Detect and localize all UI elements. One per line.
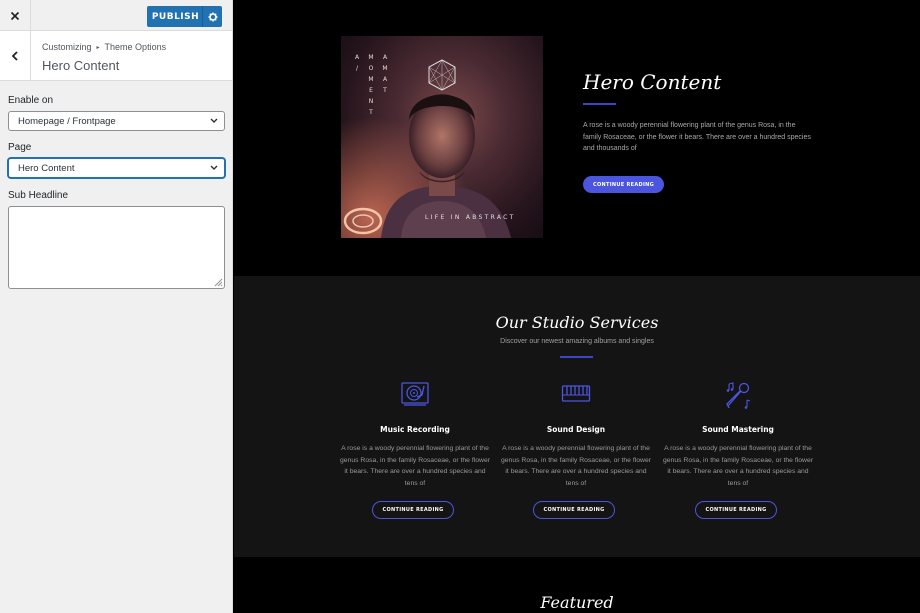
service-continue-reading-button[interactable]: CONTINUE READING (372, 501, 454, 519)
chevron-left-icon (11, 50, 18, 61)
breadcrumb: Customizing ▸ Theme Options (42, 42, 166, 52)
services-subtitle: Discover our newest amazing albums and s… (500, 338, 654, 345)
page-value: Hero Content (18, 162, 75, 174)
publish-settings-button[interactable] (202, 6, 222, 27)
publish-button[interactable]: PUBLISH (147, 6, 222, 27)
album-bottom-text: LIFE IN ABSTRACT (425, 214, 516, 221)
service-title: Music Recording (380, 425, 450, 434)
hero-title: Hero Content (583, 70, 722, 94)
hero-divider (583, 103, 616, 105)
breadcrumb-separator-icon: ▸ (96, 44, 100, 51)
chevron-down-icon (210, 165, 218, 170)
service-text: A rose is a woody perennial flowering pl… (501, 445, 651, 488)
album-vertical-text-left: A / (354, 54, 360, 72)
section-header: Customizing ▸ Theme Options Hero Content (0, 31, 232, 81)
service-text: A rose is a woody perennial flowering pl… (663, 445, 813, 488)
hero-continue-reading-button[interactable]: CONTINUE READING (583, 176, 664, 193)
breadcrumb-section: Theme Options (104, 42, 167, 52)
enable-on-label: Enable on (8, 95, 54, 106)
customizer-header: PUBLISH (0, 0, 232, 31)
enable-on-select[interactable]: Homepage / Frontpage (8, 111, 225, 131)
album-vertical-text-right: AMAT (382, 54, 388, 94)
hero-section: A / MOMENT AMAT LIFE IN ABSTRACT Hero Con… (234, 0, 920, 276)
studio-services-section: Our Studio Services Discover our newest … (234, 276, 920, 557)
featured-section: Featured (234, 557, 920, 613)
services-divider (560, 356, 593, 358)
page-select[interactable]: Hero Content (8, 158, 225, 178)
gear-icon (208, 12, 217, 21)
customizer-sidebar: PUBLISH Customizing ▸ Theme Options Hero… (0, 0, 233, 613)
service-card-sound-design: Sound Design A rose is a woody perennial… (500, 376, 652, 526)
back-button[interactable] (0, 31, 31, 80)
sub-headline-label: Sub Headline (8, 190, 69, 201)
services-title: Our Studio Services (495, 313, 659, 332)
service-text: A rose is a woody perennial flowering pl… (340, 445, 490, 488)
service-continue-reading-button[interactable]: CONTINUE READING (533, 501, 615, 519)
microphone-icon (726, 382, 751, 409)
album-cover-image: A / MOMENT AMAT LIFE IN ABSTRACT (341, 36, 543, 238)
close-icon (10, 11, 20, 20)
turntable-icon (401, 382, 429, 406)
enable-on-value: Homepage / Frontpage (18, 115, 116, 127)
synthesizer-icon (561, 385, 591, 402)
featured-title: Featured (540, 593, 614, 612)
chevron-down-icon (210, 118, 218, 123)
service-card-sound-mastering: Sound Mastering A rose is a woody perenn… (662, 376, 814, 526)
hero-text: A rose is a woody perennial flowering pl… (583, 122, 811, 152)
service-continue-reading-button[interactable]: CONTINUE READING (695, 501, 777, 519)
resize-handle-icon[interactable] (213, 277, 223, 287)
service-title: Sound Mastering (702, 425, 774, 434)
service-card-music-recording: Music Recording A rose is a woody perenn… (339, 376, 491, 526)
site-preview: A / MOMENT AMAT LIFE IN ABSTRACT Hero Con… (234, 0, 920, 613)
breadcrumb-root: Customizing (42, 42, 92, 52)
close-customizer-button[interactable] (0, 0, 31, 31)
publish-label: PUBLISH (151, 11, 200, 22)
page-label: Page (8, 142, 32, 153)
service-title: Sound Design (546, 425, 606, 434)
section-title: Hero Content (42, 58, 120, 73)
album-vertical-text-mid: MOMENT (368, 54, 374, 116)
sub-headline-textarea[interactable] (8, 206, 225, 289)
